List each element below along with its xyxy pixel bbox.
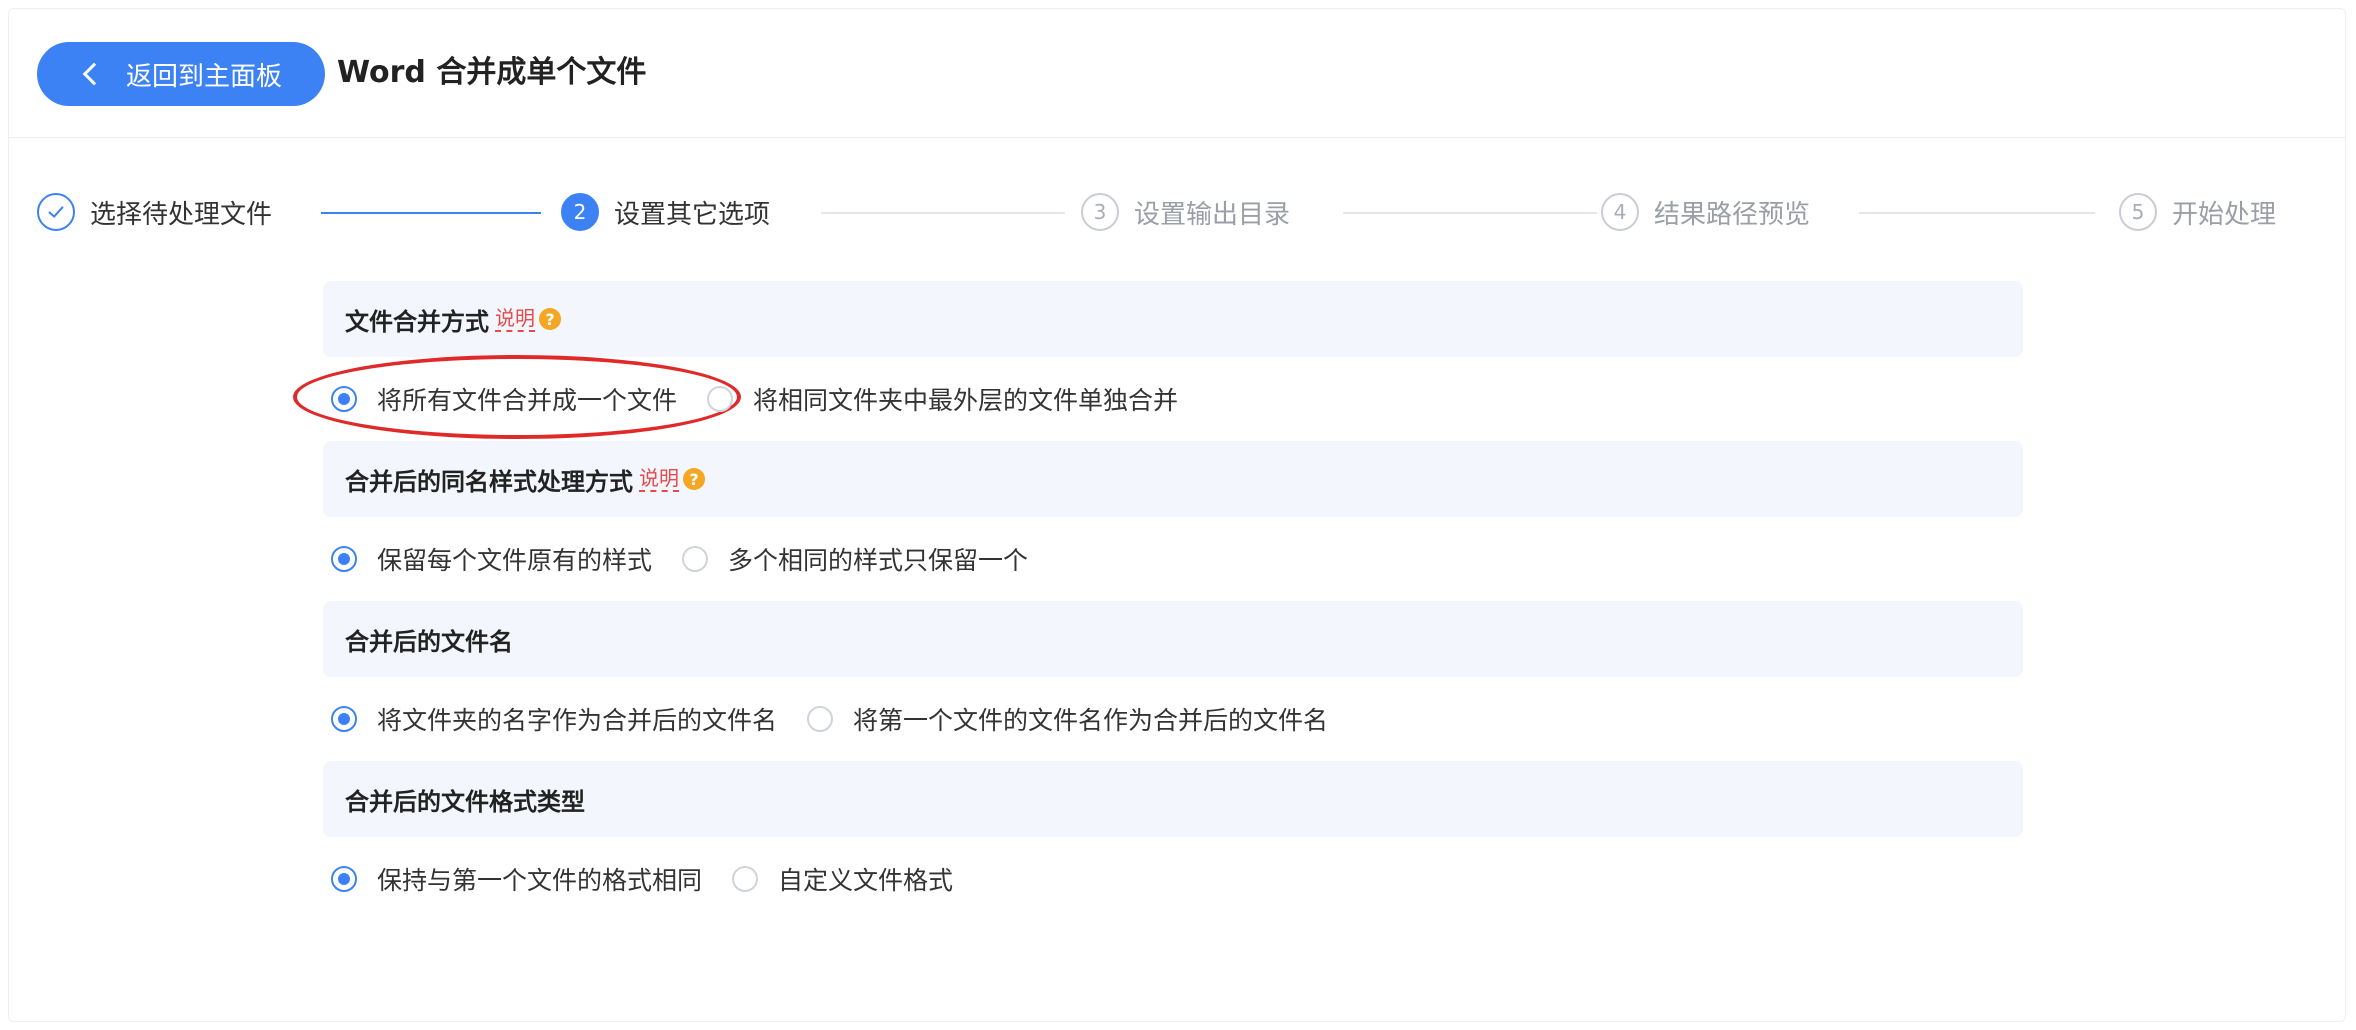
step-connector-1 <box>321 212 541 214</box>
radio-label: 将第一个文件的文件名作为合并后的文件名 <box>853 706 1329 735</box>
question-icon[interactable]: ? <box>539 308 561 330</box>
file-name-options: 将文件夹的名字作为合并后的文件名 将第一个文件的文件名作为合并后的文件名 <box>323 677 2023 761</box>
step-label: 选择待处理文件 <box>90 199 273 230</box>
radio-keep-original-styles[interactable]: 保留每个文件原有的样式 <box>331 541 652 577</box>
step-connector-2 <box>821 212 1065 214</box>
radio-label: 保持与第一个文件的格式相同 <box>377 866 703 895</box>
app-window: 返回到主面板 Word 合并成单个文件 选择待处理文件 2 设置其它选项 3 设… <box>8 8 2346 1022</box>
radio-use-folder-name[interactable]: 将文件夹的名字作为合并后的文件名 <box>331 701 777 737</box>
back-to-dashboard-button[interactable]: 返回到主面板 <box>37 42 325 106</box>
step-label: 设置输出目录 <box>1134 199 1291 230</box>
section-title: 合并后的同名样式处理方式 <box>345 467 633 496</box>
step-number: 4 <box>1601 193 1639 231</box>
section-merge-mode-header: 文件合并方式 说明 ? <box>323 281 2023 357</box>
step-path-preview[interactable]: 4 结果路径预览 <box>1601 190 1810 234</box>
step-select-files[interactable]: 选择待处理文件 <box>37 190 272 234</box>
step-number: 2 <box>561 193 599 231</box>
step-number: 5 <box>2119 193 2157 231</box>
back-button-label: 返回到主面板 <box>125 61 282 92</box>
section-title: 文件合并方式 <box>345 307 489 336</box>
radio-button-checked[interactable] <box>331 866 357 892</box>
step-output-dir[interactable]: 3 设置输出目录 <box>1081 190 1290 234</box>
step-label: 开始处理 <box>2172 199 2277 230</box>
help-link[interactable]: 说明 <box>639 466 679 492</box>
step-label: 设置其它选项 <box>614 199 771 230</box>
step-label: 结果路径预览 <box>1654 199 1811 230</box>
step-other-options[interactable]: 2 设置其它选项 <box>561 190 770 234</box>
radio-keep-one-duplicate-style[interactable]: 多个相同的样式只保留一个 <box>682 541 1028 577</box>
step-progress: 选择待处理文件 2 设置其它选项 3 设置输出目录 4 结果路径预览 5 开始处… <box>9 137 2345 297</box>
radio-label: 保留每个文件原有的样式 <box>377 546 653 575</box>
check-icon <box>37 193 75 231</box>
radio-use-first-file-name[interactable]: 将第一个文件的文件名作为合并后的文件名 <box>807 701 1328 737</box>
chevron-left-icon <box>82 62 106 86</box>
radio-label: 将文件夹的名字作为合并后的文件名 <box>377 706 778 735</box>
radio-merge-all-into-one[interactable]: 将所有文件合并成一个文件 <box>331 381 677 417</box>
radio-label: 自定义文件格式 <box>778 866 954 895</box>
radio-custom-format[interactable]: 自定义文件格式 <box>732 861 953 897</box>
page-title: Word 合并成单个文件 <box>337 55 647 90</box>
radio-label: 多个相同的样式只保留一个 <box>728 546 1029 575</box>
header-bar: 返回到主面板 Word 合并成单个文件 <box>9 9 2345 138</box>
section-file-format-header: 合并后的文件格式类型 <box>323 761 2023 837</box>
merge-mode-options: 将所有文件合并成一个文件 将相同文件夹中最外层的文件单独合并 <box>323 357 2023 441</box>
style-handling-options: 保留每个文件原有的样式 多个相同的样式只保留一个 <box>323 517 2023 601</box>
radio-button[interactable] <box>682 546 709 572</box>
radio-button[interactable] <box>732 866 759 892</box>
radio-same-as-first-file[interactable]: 保持与第一个文件的格式相同 <box>331 861 702 897</box>
section-style-handling-header: 合并后的同名样式处理方式 说明 ? <box>323 441 2023 517</box>
step-start-processing[interactable]: 5 开始处理 <box>2119 190 2276 234</box>
radio-button[interactable] <box>707 386 734 412</box>
step-connector-4 <box>1859 212 2095 214</box>
radio-button-checked[interactable] <box>331 546 357 572</box>
step-number: 3 <box>1081 193 1119 231</box>
radio-label: 将相同文件夹中最外层的文件单独合并 <box>753 386 1179 415</box>
section-file-name-header: 合并后的文件名 <box>323 601 2023 677</box>
question-icon[interactable]: ? <box>683 468 705 490</box>
section-title: 合并后的文件格式类型 <box>345 787 585 816</box>
help-link[interactable]: 说明 <box>495 306 535 332</box>
file-format-options: 保持与第一个文件的格式相同 自定义文件格式 <box>323 837 2023 921</box>
section-title: 合并后的文件名 <box>345 627 513 656</box>
radio-button-checked[interactable] <box>331 386 357 412</box>
radio-merge-outermost-per-folder[interactable]: 将相同文件夹中最外层的文件单独合并 <box>707 381 1178 417</box>
options-form: 文件合并方式 说明 ? 将所有文件合并成一个文件 将相同文件夹中最外层的文件单独… <box>293 281 2023 921</box>
radio-button-checked[interactable] <box>331 706 357 732</box>
radio-label: 将所有文件合并成一个文件 <box>377 386 678 415</box>
step-connector-3 <box>1343 212 1597 214</box>
radio-button[interactable] <box>807 706 834 732</box>
